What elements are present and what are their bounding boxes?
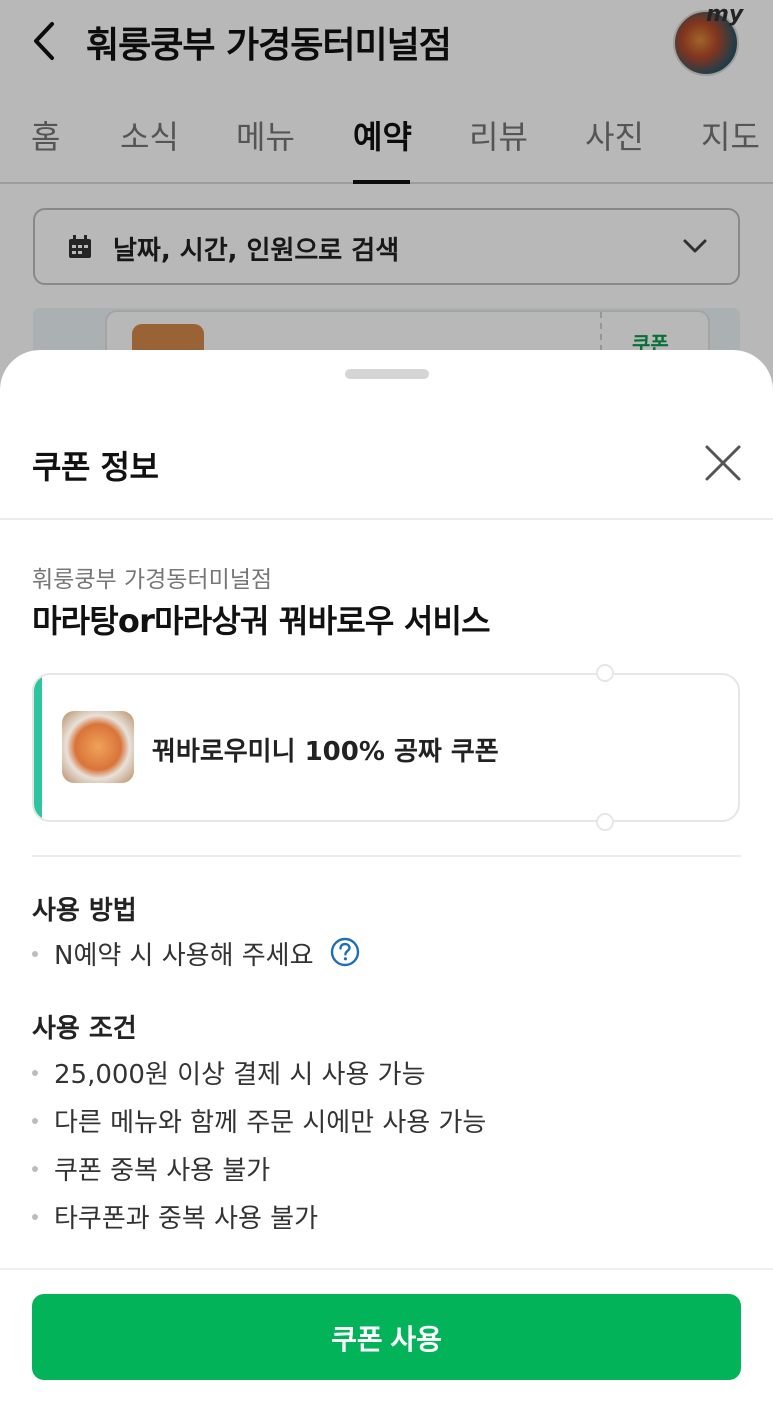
store-name: 훠룽쿵부 가경동터미널점 [32, 567, 273, 593]
close-button[interactable] [700, 440, 746, 486]
bullet-icon [32, 1070, 38, 1076]
coupon-title: 마라탕or마라상궈 꿔바로우 서비스 [32, 602, 491, 640]
condition-text: 25,000원 이상 결제 시 사용 가능 [54, 1060, 426, 1090]
divider [0, 518, 773, 520]
close-icon [705, 445, 741, 481]
bullet-icon [32, 1214, 38, 1220]
condition-text: 타쿠폰과 중복 사용 불가 [54, 1204, 318, 1234]
divider [32, 855, 741, 857]
condition-text: 쿠폰 중복 사용 불가 [54, 1156, 271, 1186]
bullet-icon [32, 1166, 38, 1172]
sheet-title: 쿠폰 정보 [32, 448, 159, 486]
divider [0, 1268, 773, 1270]
coupon-accent-bar [34, 675, 42, 820]
usage-heading: 사용 방법 [32, 896, 137, 926]
sheet-drag-handle[interactable] [345, 369, 429, 379]
usage-text: N예약 시 사용해 주세요 [54, 941, 314, 971]
coupon-notch-top [596, 664, 614, 682]
use-coupon-button-label: 쿠폰 사용 [331, 1324, 442, 1355]
bullet-icon [32, 1118, 38, 1124]
coupon-info-sheet: 쿠폰 정보 훠룽쿵부 가경동터미널점 마라탕or마라상궈 꿔바로우 서비스 꿔바… [0, 350, 773, 1404]
bullet-icon [32, 951, 38, 957]
conditions-heading: 사용 조건 [32, 1014, 137, 1044]
coupon-label: 꿔바로우미니 100% 공짜 쿠폰 [152, 737, 499, 767]
coupon-food-image [62, 711, 134, 783]
coupon-card: 꿔바로우미니 100% 공짜 쿠폰 [32, 673, 740, 822]
use-coupon-button[interactable]: 쿠폰 사용 [32, 1294, 741, 1380]
condition-text: 다른 메뉴와 함께 주문 시에만 사용 가능 [54, 1108, 487, 1138]
coupon-notch-bottom [596, 813, 614, 831]
help-icon[interactable] [330, 937, 360, 967]
